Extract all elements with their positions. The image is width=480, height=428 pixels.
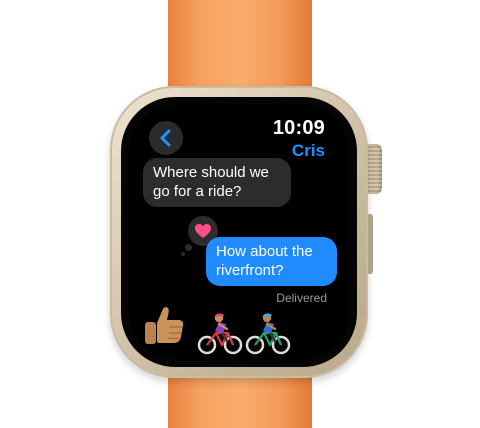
watch-screen: 10:09 Cris Where should we go for a ride… (129, 105, 349, 359)
thumbs-up-icon (145, 307, 184, 344)
contact-name[interactable]: Cris (292, 141, 325, 161)
back-button[interactable] (149, 121, 183, 155)
emoji-row (141, 301, 341, 359)
outgoing-message-text: How about the riverfront? (216, 243, 313, 279)
tapback-tail-dot-small (181, 252, 185, 256)
tapback-tail-dot (185, 244, 192, 251)
cyclist-icon (197, 313, 243, 355)
cyclist-icon (245, 313, 291, 355)
watch-case: 10:09 Cris Where should we go for a ride… (110, 86, 368, 378)
chevron-left-icon (160, 129, 171, 147)
clock-time: 10:09 (272, 117, 325, 139)
watch-bezel: 10:09 Cris Where should we go for a ride… (121, 97, 357, 367)
outgoing-message-bubble[interactable]: How about the riverfront? (206, 237, 337, 286)
heart-icon (195, 224, 211, 238)
incoming-message-text: Where should we go for a ride? (153, 164, 269, 200)
incoming-message-bubble[interactable]: Where should we go for a ride? (143, 158, 291, 207)
